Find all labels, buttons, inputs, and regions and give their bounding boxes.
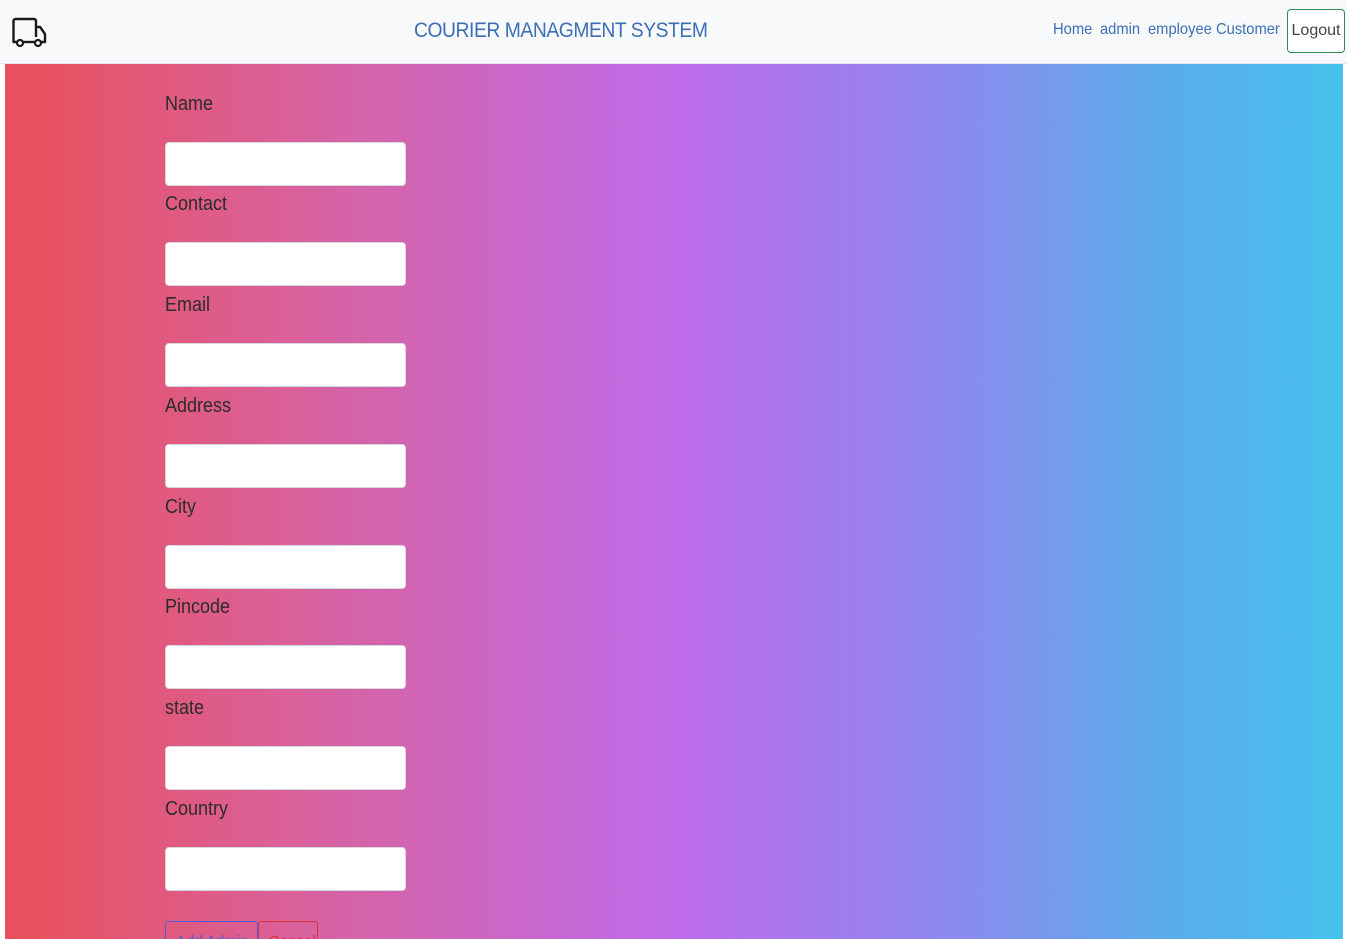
pincode-field-group: Pincode [165, 593, 406, 689]
name-field-group: Name [165, 90, 406, 186]
pincode-label: Pincode [165, 596, 231, 618]
main-content: Name Contact Email Address City Pincode … [5, 64, 1343, 939]
email-field-group: Email [165, 291, 406, 387]
add-admin-button[interactable]: Add Admin [165, 921, 258, 939]
truck-icon[interactable] [12, 15, 48, 49]
address-field-group: Address [165, 392, 406, 488]
country-input[interactable] [165, 847, 406, 891]
state-field-group: state [165, 694, 406, 790]
nav-employee-link[interactable]: employee [1148, 21, 1212, 39]
nav-home-link[interactable]: Home [1053, 21, 1092, 39]
nav-admin-link[interactable]: admin [1100, 21, 1140, 39]
state-input[interactable] [165, 746, 406, 790]
address-label: Address [165, 395, 232, 417]
contact-label: Contact [165, 193, 228, 215]
logout-button[interactable]: Logout [1287, 9, 1345, 53]
contact-input[interactable] [165, 242, 406, 286]
country-field-group: Country [165, 795, 406, 891]
city-input[interactable] [165, 545, 406, 589]
nav-customer-link[interactable]: Customer [1216, 21, 1280, 39]
address-input[interactable] [165, 444, 406, 488]
contact-field-group: Contact [165, 190, 406, 286]
city-label: City [165, 496, 197, 518]
email-input[interactable] [165, 343, 406, 387]
nav-links: Home admin employee Customer [1053, 21, 1280, 39]
pincode-input[interactable] [165, 645, 406, 689]
navbar: COURIER MANAGMENT SYSTEM Home admin empl… [0, 0, 1347, 64]
name-label: Name [165, 93, 214, 115]
name-input[interactable] [165, 142, 406, 186]
country-label: Country [165, 798, 229, 820]
state-label: state [165, 697, 205, 719]
app-title: COURIER MANAGMENT SYSTEM [414, 19, 708, 42]
cancel-button[interactable]: Cancel [258, 921, 318, 939]
city-field-group: City [165, 493, 406, 589]
form-actions: Add Admin Cancel [165, 921, 318, 939]
email-label: Email [165, 294, 211, 316]
